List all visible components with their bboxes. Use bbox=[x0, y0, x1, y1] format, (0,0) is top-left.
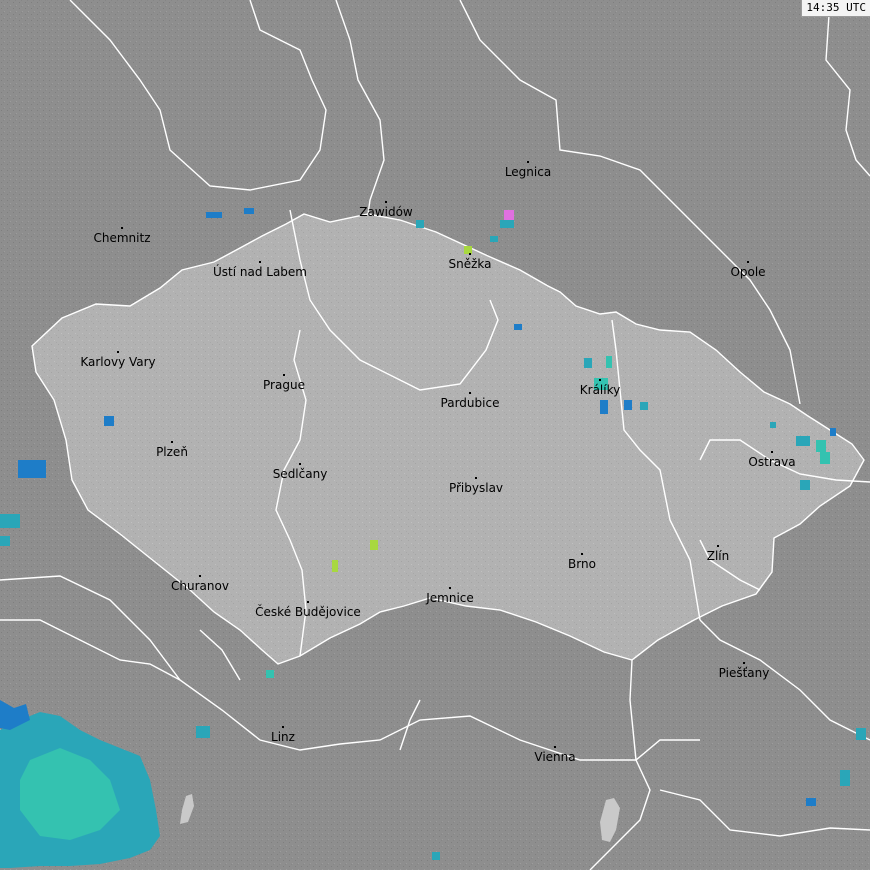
radar-echo-snezka-3 bbox=[464, 246, 472, 254]
city-dot bbox=[527, 161, 529, 163]
radar-echo-kraliky-2 bbox=[606, 356, 612, 368]
city-dot bbox=[581, 553, 583, 555]
radar-echo-central-1 bbox=[332, 560, 338, 572]
city-label: Karlovy Vary bbox=[80, 355, 155, 369]
city-label: Prague bbox=[263, 378, 305, 392]
radar-echo-west-2 bbox=[18, 460, 46, 478]
radar-echo-ostrava-5 bbox=[830, 428, 836, 436]
city-label: Sedlčany bbox=[273, 467, 328, 481]
radar-map: Legnica Zawidów Chemnitz Sněžka Ústí nad Lab… bbox=[0, 0, 870, 870]
radar-echo-ostrava-3 bbox=[820, 452, 830, 464]
city-dot bbox=[717, 545, 719, 547]
radar-echo-east-3 bbox=[806, 798, 816, 806]
radar-echo-east-4 bbox=[432, 852, 440, 860]
city-dot bbox=[117, 351, 119, 353]
radar-echo-chemnitz bbox=[206, 212, 222, 218]
city-dot bbox=[554, 746, 556, 748]
radar-echo-ostrava-4 bbox=[800, 480, 810, 490]
city-label: Sněžka bbox=[449, 257, 492, 271]
radar-echo-north-2 bbox=[514, 324, 522, 330]
radar-echo-kraliky bbox=[584, 358, 592, 368]
city-dot bbox=[771, 451, 773, 453]
city-dot bbox=[299, 463, 301, 465]
radar-echo-kraliky-4 bbox=[600, 400, 608, 414]
radar-echo-south-1 bbox=[266, 670, 274, 678]
city-dot bbox=[475, 477, 477, 479]
city-label: Přibyslav bbox=[449, 481, 503, 495]
city-label: Ostrava bbox=[748, 455, 795, 469]
city-dot bbox=[283, 374, 285, 376]
city-label: Zawidów bbox=[359, 205, 413, 219]
city-label: Legnica bbox=[505, 165, 551, 179]
city-dot bbox=[171, 441, 173, 443]
city-dot bbox=[385, 201, 387, 203]
city-dot bbox=[599, 379, 601, 381]
city-dot bbox=[469, 253, 471, 255]
city-label: Pardubice bbox=[441, 396, 500, 410]
city-dot bbox=[747, 261, 749, 263]
radar-echo-ostrava-6 bbox=[770, 422, 776, 428]
city-dot bbox=[743, 662, 745, 664]
city-label: Piešťany bbox=[719, 666, 770, 680]
radar-echo-ostrava-2 bbox=[816, 440, 826, 452]
city-label: Churanov bbox=[171, 579, 229, 593]
radar-echo-east-2 bbox=[840, 770, 850, 786]
city-dot bbox=[469, 392, 471, 394]
radar-echo-west-1 bbox=[104, 416, 114, 426]
city-dot bbox=[121, 227, 123, 229]
radar-echo-kraliky-6 bbox=[640, 402, 648, 410]
city-label: Králíky bbox=[580, 383, 620, 397]
radar-echo-sw-2 bbox=[196, 726, 210, 738]
radar-echo-central-2 bbox=[370, 540, 378, 550]
radar-echo-west-4 bbox=[0, 536, 10, 546]
city-label: Linz bbox=[271, 730, 295, 744]
city-dot bbox=[282, 726, 284, 728]
radar-echo-west-3 bbox=[0, 514, 20, 528]
city-label: Opole bbox=[730, 265, 765, 279]
timestamp-label: 14:35 UTC bbox=[801, 0, 870, 17]
radar-echo-snezka bbox=[504, 210, 514, 220]
radar-echo-snezka-2 bbox=[500, 220, 514, 228]
city-label: Jemnice bbox=[425, 591, 474, 605]
radar-echo-ostrava bbox=[796, 436, 810, 446]
radar-echo-kraliky-5 bbox=[624, 400, 632, 410]
radar-echo-north-1 bbox=[490, 236, 498, 242]
city-dot bbox=[259, 261, 261, 263]
city-label: Chemnitz bbox=[94, 231, 151, 245]
city-dot bbox=[307, 601, 309, 603]
city-label: Brno bbox=[568, 557, 596, 571]
radar-echo-chemnitz-2 bbox=[244, 208, 254, 214]
city-label: Zlín bbox=[707, 549, 730, 563]
city-label: Ústí nad Labem bbox=[213, 264, 307, 279]
radar-echo-east-1 bbox=[856, 728, 866, 740]
city-dot bbox=[449, 587, 451, 589]
city-label: České Budějovice bbox=[255, 604, 361, 619]
city-label: Plzeň bbox=[156, 445, 188, 459]
city-label: Vienna bbox=[534, 750, 575, 764]
radar-echo-zawidow bbox=[416, 220, 424, 228]
city-dot bbox=[199, 575, 201, 577]
